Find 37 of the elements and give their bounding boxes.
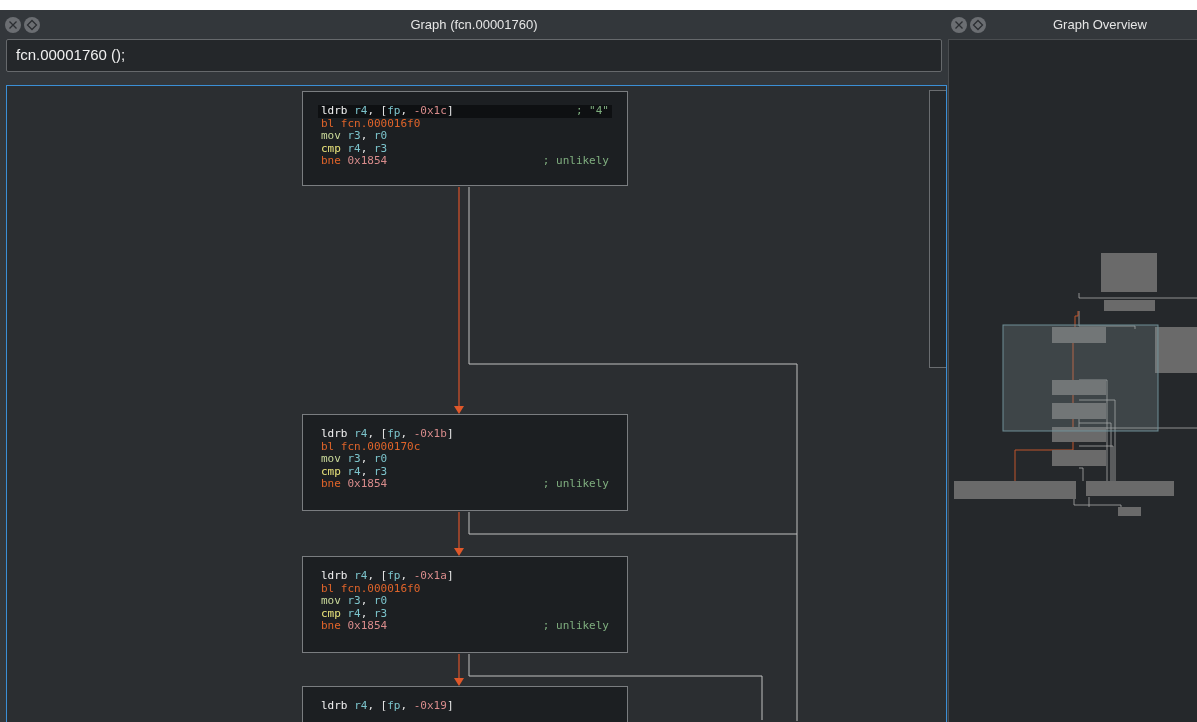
code-comment: ; unlikely — [542, 155, 609, 168]
code-row[interactable]: ldrb r4, [fp, -0x1c] ; "4" — [318, 105, 612, 118]
code-line: bl fcn.000016f0 — [321, 582, 421, 595]
float-icon[interactable] — [24, 16, 40, 33]
function-field[interactable]: fcn.00001760 (); — [6, 39, 942, 72]
code-block[interactable]: ldrb r4, [fp, -0x19] — [302, 686, 628, 722]
code-line: ldrb r4, [fp, -0x19] — [321, 700, 454, 713]
graph-overview-drawing[interactable] — [953, 252, 1197, 518]
panel-title: Graph (fcn.00001760) — [410, 15, 538, 34]
code-line: bl fcn.0000170c — [321, 440, 421, 453]
code-line: bl fcn.000016f0 — [321, 117, 421, 130]
code-comment: ; unlikely — [542, 478, 609, 491]
code-line: bne 0x1854 — [321, 620, 388, 633]
graph-canvas[interactable] — [6, 85, 947, 722]
code-comment: ; unlikely — [542, 620, 609, 633]
code-line: bne 0x1854 — [321, 478, 388, 491]
code-line: mov r3, r0 — [321, 453, 388, 466]
code-line: mov r3, r0 — [321, 130, 388, 143]
code-line: ldrb r4, [fp, -0x1b] — [321, 428, 454, 441]
edge-arrow — [454, 512, 464, 556]
close-icon[interactable] — [5, 16, 21, 33]
code-line: mov r3, r0 — [321, 595, 388, 608]
code-line: cmp r4, r3 — [321, 465, 388, 478]
code-line: cmp r4, r3 — [321, 142, 388, 155]
code-block[interactable]: ldrb r4, [fp, -0x1a] bl fcn.000016f0 mov r3, r0 cmp r4, r3 bne 0x1854 ; unlikely — [302, 556, 628, 653]
float-icon[interactable] — [970, 16, 986, 33]
code-block[interactable]: ldrb r4, [fp, -0x1c] ; "4" bl fcn.000016f0 mov r3, r0 cmp r4, r3 bne 0x1854 ; unlikely — [302, 91, 628, 186]
scroll-bar[interactable] — [929, 90, 946, 368]
code-line: bne 0x1854 — [321, 155, 388, 168]
panel-title: Graph Overview — [1053, 15, 1147, 34]
code-comment: ; "4" — [575, 105, 609, 118]
close-icon[interactable] — [951, 16, 967, 33]
code-block[interactable]: ldrb r4, [fp, -0x1b] bl fcn.0000170c mov r3, r0 cmp r4, r3 bne 0x1854 ; unlikely — [302, 414, 628, 511]
code-line: ldrb r4, [fp, -0x1c] — [321, 105, 454, 118]
code-line: cmp r4, r3 — [321, 607, 388, 620]
edge-arrow — [454, 654, 464, 686]
code-line: ldrb r4, [fp, -0x1a] — [321, 570, 454, 583]
